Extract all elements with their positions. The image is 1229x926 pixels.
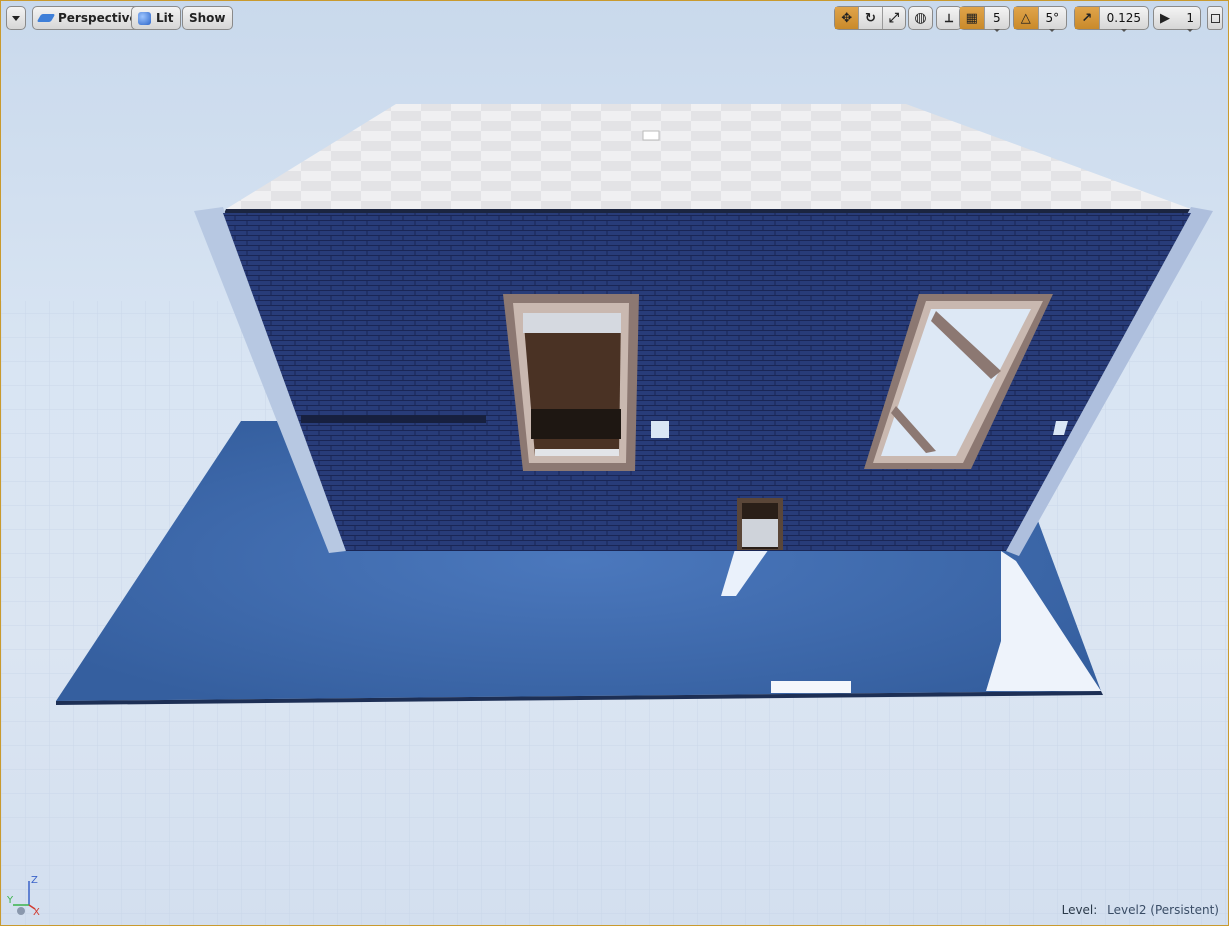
roof-vent <box>642 130 660 141</box>
camera-speed-button[interactable]: ▶ 1 <box>1153 6 1201 32</box>
show-label: Show <box>189 11 226 25</box>
z-axis-label: Z <box>31 875 38 886</box>
rotation-snap-value: 5° <box>1045 11 1060 32</box>
rotate-icon: ↻ <box>865 10 876 26</box>
rotation-snap-group: △ 5° <box>1013 6 1067 32</box>
window-left[interactable] <box>503 294 639 471</box>
y-axis-label: Y <box>7 895 14 906</box>
axis-gizmo: Z Y X <box>7 875 40 915</box>
lighting-mode-button[interactable]: Lit <box>131 6 181 30</box>
scale-snap-group: ↗ 0.125 <box>1074 6 1149 32</box>
grid-snap-value: 5 <box>992 11 1001 32</box>
globe-icon: ◍ <box>914 10 927 26</box>
level-label: Level: <box>1061 903 1098 917</box>
wall-switch <box>651 421 669 438</box>
x-axis-label: X <box>33 907 40 915</box>
camera-icon: ▶ <box>1160 10 1170 26</box>
scale-snap-toggle[interactable]: ↗ <box>1075 7 1099 29</box>
grid-snap-toggle[interactable]: ▦ <box>960 7 984 29</box>
coordinate-system-button[interactable]: ◍ <box>908 6 933 30</box>
rotate-tool-button[interactable]: ↻ <box>858 7 881 29</box>
viewport-options-button[interactable] <box>6 6 26 30</box>
level-indicator: Level: Level2 (Persistent) <box>1062 903 1219 917</box>
maximize-viewport-button[interactable] <box>1207 6 1223 30</box>
origin-icon <box>17 907 25 915</box>
scale-snap-value-dropdown[interactable]: 0.125 <box>1098 7 1148 32</box>
lighting-mode-label: Lit <box>156 11 174 25</box>
surface-snap-icon: ⟂ <box>944 10 953 25</box>
camera-speed-value: 1 <box>1186 11 1194 32</box>
grid-snap-group: ▦ 5 <box>959 6 1010 32</box>
perspective-icon <box>36 14 56 22</box>
scale-icon: ⤢ <box>888 10 900 26</box>
rotation-snap-value-dropdown[interactable]: 5° <box>1037 7 1066 32</box>
translate-icon: ✥ <box>841 10 853 26</box>
chevron-down-icon <box>12 15 20 21</box>
translate-tool-button[interactable]: ✥ <box>835 7 859 29</box>
view-mode-label: Perspective <box>58 11 138 25</box>
scale-snap-value: 0.125 <box>1106 11 1142 32</box>
lit-sphere-icon <box>138 11 151 25</box>
rotation-snap-toggle[interactable]: △ <box>1014 7 1038 29</box>
view-mode-button[interactable]: Perspective <box>32 6 145 30</box>
grid-icon: ▦ <box>965 10 978 26</box>
scene-3d[interactable] <box>1 1 1229 926</box>
angle-icon: △ <box>1020 10 1031 26</box>
level-name: Level2 (Persistent) <box>1107 903 1219 917</box>
roof[interactable] <box>226 104 1191 209</box>
show-button[interactable]: Show <box>182 6 233 30</box>
grid-snap-value-dropdown[interactable]: 5 <box>983 7 1009 32</box>
level-viewport[interactable]: Perspective Lit Show ✥ ↻ ⤢ ◍ ⟂ ▦ 5 △ 5° … <box>0 0 1229 926</box>
small-door[interactable] <box>737 498 783 550</box>
transform-tools: ✥ ↻ ⤢ <box>834 6 906 30</box>
scale-tool-button[interactable]: ⤢ <box>881 7 905 29</box>
floor-reflection <box>771 681 851 693</box>
wall-groove <box>301 415 486 423</box>
maximize-icon <box>1210 13 1220 23</box>
scale-snap-icon: ↗ <box>1081 10 1093 26</box>
